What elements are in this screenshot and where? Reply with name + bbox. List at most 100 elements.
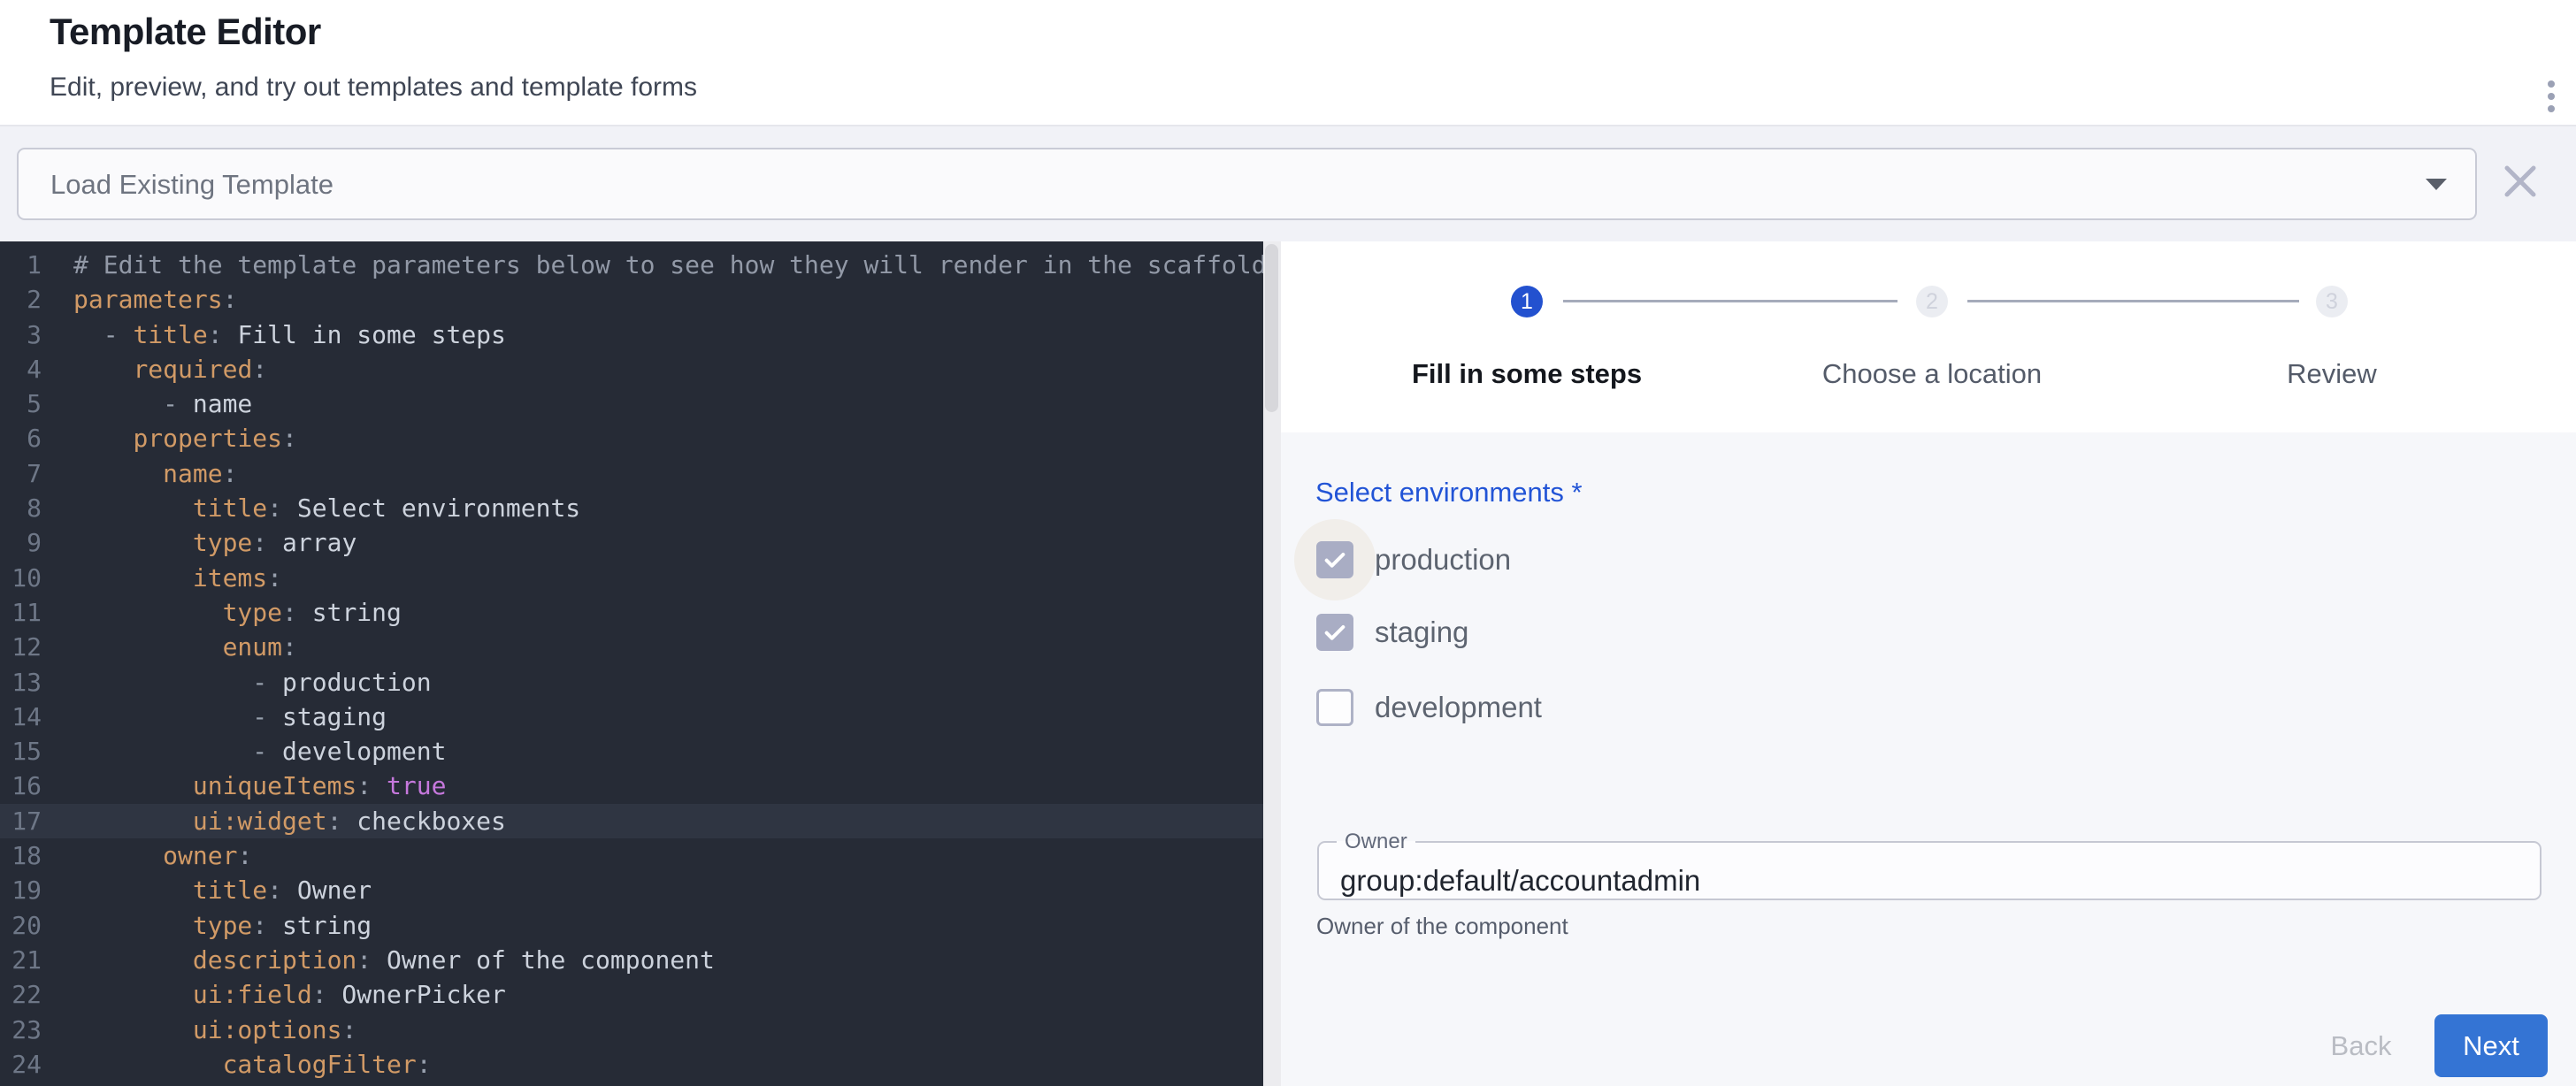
code-text: title: Select environments	[73, 493, 580, 523]
line-number: 13	[0, 665, 42, 700]
code-line[interactable]: 18 owner:	[0, 838, 1263, 873]
code-text: type: string	[73, 598, 402, 627]
line-number: 19	[0, 873, 42, 907]
code-text: type: string	[73, 911, 372, 940]
line-number: 21	[0, 943, 42, 977]
checkbox-development[interactable]	[1316, 689, 1353, 726]
code-text: type: array	[73, 528, 356, 557]
code-text: ui:options:	[73, 1015, 356, 1044]
code-line[interactable]: 19 title: Owner	[0, 873, 1263, 907]
code-text: - staging	[73, 702, 387, 731]
code-line[interactable]: 4 required:	[0, 352, 1263, 386]
line-number: 1	[0, 248, 42, 282]
checkbox-production[interactable]	[1316, 541, 1353, 578]
line-number: 23	[0, 1013, 42, 1047]
code-line[interactable]: 15 - development	[0, 734, 1263, 769]
load-template-placeholder: Load Existing Template	[50, 169, 334, 201]
template-form-panel: 1Fill in some steps2Choose a location3Re…	[1281, 241, 2576, 1086]
code-line[interactable]: 11 type: string	[0, 595, 1263, 630]
code-line[interactable]: 1 # Edit the template parameters below to…	[0, 248, 1263, 282]
code-line[interactable]: 16 uniqueItems: true	[0, 769, 1263, 803]
code-line[interactable]: 24 catalogFilter:	[0, 1047, 1263, 1082]
code-line[interactable]: 13 - production	[0, 665, 1263, 700]
code-text: name:	[73, 459, 237, 488]
line-number: 2	[0, 282, 42, 317]
code-text: owner:	[73, 841, 252, 870]
step-1-label: Fill in some steps	[1341, 358, 1713, 390]
line-number: 9	[0, 525, 42, 560]
step-1-indicator[interactable]: 1	[1511, 286, 1543, 317]
page-subtitle: Edit, preview, and try out templates and…	[50, 73, 697, 103]
code-line[interactable]: 9 type: array	[0, 525, 1263, 560]
code-text: uniqueItems: true	[73, 771, 446, 800]
line-number: 12	[0, 630, 42, 664]
checkmark-icon	[1321, 546, 1349, 574]
code-text: # Edit the template parameters below to …	[73, 250, 1263, 279]
line-number: 15	[0, 734, 42, 769]
code-line[interactable]: 2 parameters:	[0, 282, 1263, 317]
line-number: 7	[0, 456, 42, 491]
code-editor[interactable]: 1 # Edit the template parameters below to…	[0, 241, 1263, 1086]
checkbox-label-development[interactable]: development	[1375, 691, 1542, 724]
more-options-button[interactable]	[2488, 32, 2551, 96]
code-line[interactable]: 8 title: Select environments	[0, 491, 1263, 525]
step-connector-line	[1967, 300, 2299, 302]
code-text: - title: Fill in some steps	[73, 320, 506, 349]
checkbox-label-production[interactable]: production	[1375, 543, 1511, 577]
chevron-down-icon	[2426, 179, 2447, 190]
step-2-indicator[interactable]: 2	[1916, 286, 1948, 317]
code-line[interactable]: 7 name:	[0, 456, 1263, 491]
code-line[interactable]: 22 ui:field: OwnerPicker	[0, 977, 1263, 1012]
step-3-label: Review	[2146, 358, 2518, 390]
scrollbar-thumb[interactable]	[1265, 244, 1278, 412]
line-number: 4	[0, 352, 42, 386]
code-text: properties:	[73, 424, 297, 453]
code-line[interactable]: 20 type: string	[0, 908, 1263, 943]
checkmark-icon	[1321, 618, 1349, 646]
clear-template-button[interactable]	[2493, 154, 2548, 209]
code-line[interactable]: 12 enum:	[0, 630, 1263, 664]
code-line[interactable]: 23 ui:options:	[0, 1013, 1263, 1047]
code-line[interactable]: 5 - name	[0, 386, 1263, 421]
load-template-select[interactable]: Load Existing Template	[17, 148, 2477, 220]
line-number: 18	[0, 838, 42, 873]
code-text: title: Owner	[73, 876, 372, 905]
code-line[interactable]: 10 items:	[0, 561, 1263, 595]
editor-lines: 1 # Edit the template parameters below to…	[0, 241, 1263, 1082]
editor-scrollbar[interactable]	[1263, 241, 1281, 1086]
line-number: 8	[0, 491, 42, 525]
code-text: - development	[73, 737, 446, 766]
code-line[interactable]: 17 ui:widget: checkboxes	[0, 804, 1263, 838]
page-title: Template Editor	[50, 11, 321, 53]
code-text: items:	[73, 563, 282, 593]
code-text: ui:widget: checkboxes	[73, 807, 506, 836]
owner-field-value[interactable]: group:default/accountadmin	[1340, 864, 1700, 898]
step-form: Select environments * productionstagingd…	[1281, 432, 2576, 1086]
code-text: enum:	[73, 632, 297, 662]
step-3-indicator[interactable]: 3	[2316, 286, 2348, 317]
code-text: parameters:	[73, 285, 237, 314]
code-line[interactable]: 3 - title: Fill in some steps	[0, 317, 1263, 352]
code-text: ui:field: OwnerPicker	[73, 980, 506, 1009]
checkbox-staging[interactable]	[1316, 614, 1353, 651]
back-button[interactable]: Back	[2307, 1014, 2415, 1077]
checkbox-label-staging[interactable]: staging	[1375, 616, 1468, 649]
template-selector-bar: Load Existing Template	[0, 126, 2576, 241]
line-number: 6	[0, 421, 42, 455]
code-text: catalogFilter:	[73, 1050, 432, 1079]
code-line[interactable]: 6 properties:	[0, 421, 1263, 455]
owner-field[interactable]: Owner group:default/accountadmin	[1317, 830, 2542, 900]
code-line[interactable]: 21 description: Owner of the component	[0, 943, 1263, 977]
step-connector-line	[1563, 300, 1898, 302]
code-line[interactable]: 14 - staging	[0, 700, 1263, 734]
line-number: 17	[0, 804, 42, 838]
code-text: description: Owner of the component	[73, 945, 715, 975]
page-header: Template Editor Edit, preview, and try o…	[0, 0, 2576, 126]
line-number: 11	[0, 595, 42, 630]
code-text: - production	[73, 668, 432, 697]
line-number: 22	[0, 977, 42, 1012]
line-number: 20	[0, 908, 42, 943]
next-button[interactable]: Next	[2434, 1014, 2548, 1077]
line-number: 10	[0, 561, 42, 595]
line-number: 5	[0, 386, 42, 421]
